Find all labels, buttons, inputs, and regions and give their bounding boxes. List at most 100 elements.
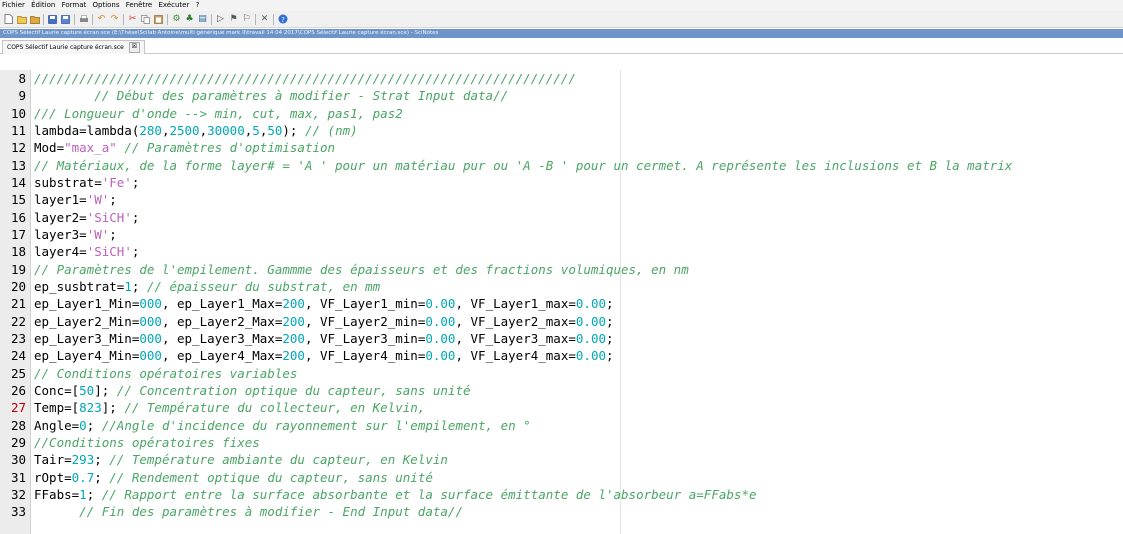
code-token: ; xyxy=(606,313,614,329)
code-line[interactable]: 27 Temp=[823]; // Température du collecte… xyxy=(0,399,1123,416)
undo-icon[interactable]: ↶ xyxy=(97,14,107,24)
code-token: Tair= xyxy=(34,452,72,468)
code-line[interactable]: 20 ep_susbtrat=1; // épaisseur du substra… xyxy=(0,278,1123,295)
menu-fenetre[interactable]: Fenêtre xyxy=(126,1,152,9)
tab-label: COPS Sélectif Laurie capture écran.sce xyxy=(7,44,124,51)
menu-fichier[interactable]: Fichier xyxy=(2,1,25,9)
redo-icon[interactable]: ↷ xyxy=(110,14,120,24)
tab-close-icon[interactable]: ☒ xyxy=(128,42,140,53)
number-token: 200 xyxy=(282,296,305,312)
code-token: , VF_Layer2_min= xyxy=(304,313,426,329)
open-folder-icon[interactable] xyxy=(29,14,40,24)
number-token: 0.00 xyxy=(425,296,456,312)
code-line[interactable]: 31 rOpt=0.7; // Rendement optique du capt… xyxy=(0,469,1123,486)
comment-token: // Température du collecteur, en Kelvin, xyxy=(124,400,426,416)
code-line[interactable]: 30 Tair=293; // Température ambiante du c… xyxy=(0,451,1123,468)
code-line[interactable]: 14 substrat='Fe'; xyxy=(0,174,1123,191)
code-line[interactable]: 23 ep_Layer3_Min=000, ep_Layer3_Max=200, … xyxy=(0,330,1123,347)
open-file-icon[interactable] xyxy=(16,14,27,24)
window-title: COPS Sélectif Laurie capture écran.sce (… xyxy=(0,29,1123,38)
tab-strip: COPS Sélectif Laurie capture écran.sce ☒ xyxy=(0,38,1123,54)
code-token: layer4= xyxy=(34,244,87,260)
code-text: layer1='W'; xyxy=(34,191,117,208)
line-number: 33 xyxy=(10,504,26,520)
number-token: 823 xyxy=(79,400,102,416)
code-line[interactable]: 10 /// Longueur d'onde --> min, cut, max,… xyxy=(0,105,1123,122)
paste-icon[interactable] xyxy=(154,14,164,24)
code-text: Tair=293; // Température ambiante du cap… xyxy=(34,451,448,468)
toolbar-separator xyxy=(167,13,168,25)
code-line[interactable]: 21 ep_Layer1_Min=000, ep_Layer1_Max=200, … xyxy=(0,295,1123,312)
code-token: , VF_Layer1_min= xyxy=(304,296,426,312)
execute-icon[interactable]: ⚙ xyxy=(172,14,182,24)
new-file-icon[interactable] xyxy=(4,14,14,24)
code-line[interactable]: 8 ///////////////////////////////////////… xyxy=(0,70,1123,87)
code-line[interactable]: 22 ep_Layer2_Min=000, ep_Layer2_Max=200, … xyxy=(0,313,1123,330)
stop-icon[interactable]: ⚐ xyxy=(242,14,252,24)
number-token: 0 xyxy=(79,417,87,433)
tab-file[interactable]: COPS Sélectif Laurie capture écran.sce ☒ xyxy=(2,40,145,54)
save-icon[interactable] xyxy=(48,14,58,24)
run-icon[interactable]: ▷ xyxy=(216,14,226,24)
code-line[interactable]: 25 // Conditions opératoires variables xyxy=(0,365,1123,382)
code-line[interactable]: 19 // Paramètres de l'empilement. Gammme … xyxy=(0,261,1123,278)
code-token: lambda=lambda( xyxy=(34,122,140,138)
comment-token: // Température ambiante du capteur, en K… xyxy=(109,452,448,468)
code-line[interactable]: 15 layer1='W'; xyxy=(0,191,1123,208)
line-number: 30 xyxy=(10,452,26,468)
string-token: 'Fe' xyxy=(101,174,132,190)
comment-token: // Rapport entre la surface absorbante e… xyxy=(101,486,757,502)
debug-icon[interactable]: ⚑ xyxy=(229,14,239,24)
code-editor[interactable]: 8 ///////////////////////////////////////… xyxy=(0,70,1123,534)
line-number: 19 xyxy=(10,261,26,277)
close-icon[interactable]: ✕ xyxy=(260,14,270,24)
help-icon[interactable]: ? xyxy=(278,14,288,24)
code-line[interactable]: 28 Angle=0; //Angle d'incidence du rayonn… xyxy=(0,417,1123,434)
code-text: layer3='W'; xyxy=(34,226,117,243)
line-number: 23 xyxy=(10,330,26,346)
code-line[interactable]: 26 Conc=[50]; // Concentration optique du… xyxy=(0,382,1123,399)
code-token: ; xyxy=(131,278,147,294)
save-as-icon[interactable] xyxy=(61,14,71,24)
line-number: 27 xyxy=(10,400,26,416)
copy-icon[interactable] xyxy=(141,14,151,24)
menu-help[interactable]: ? xyxy=(196,1,200,9)
code-text: substrat='Fe'; xyxy=(34,174,139,191)
code-line[interactable]: 11 lambda=lambda(280,2500,30000,5,50); //… xyxy=(0,122,1123,139)
print-icon[interactable] xyxy=(79,14,89,24)
menu-executer[interactable]: Exécuter xyxy=(158,1,189,9)
code-line[interactable]: 32 FFabs=1; // Rapport entre la surface a… xyxy=(0,486,1123,503)
line-number: 21 xyxy=(10,296,26,312)
code-line[interactable]: 9 // Début des paramètres à modifier - S… xyxy=(0,87,1123,104)
execute-file-icon[interactable]: ♣ xyxy=(185,14,195,24)
number-token: 200 xyxy=(282,313,305,329)
cut-icon[interactable]: ✂ xyxy=(128,14,138,24)
line-number: 20 xyxy=(10,278,26,294)
menu-edition[interactable]: Édition xyxy=(31,1,55,9)
code-token: layer1= xyxy=(34,192,87,208)
code-token: , xyxy=(199,122,208,138)
toolbar-separator xyxy=(74,13,75,25)
code-line[interactable]: 16 layer2='SiCH'; xyxy=(0,209,1123,226)
code-token: , VF_Layer1_max= xyxy=(455,296,576,312)
code-line[interactable]: 33 // Fin des paramètres à modifier - En… xyxy=(0,503,1123,520)
number-token: 0.00 xyxy=(425,348,456,364)
menu-options[interactable]: Options xyxy=(93,1,120,9)
code-line[interactable]: 13 // Matériaux, de la forme layer# = 'A … xyxy=(0,157,1123,174)
number-token: 0.00 xyxy=(425,330,456,346)
code-token: , ep_Layer4_Max= xyxy=(161,348,283,364)
code-line[interactable]: 24 ep_Layer4_Min=000, ep_Layer4_Max=200, … xyxy=(0,347,1123,364)
comment-token: // Concentration optique du capteur, san… xyxy=(116,382,471,398)
menu-format[interactable]: Format xyxy=(62,1,87,9)
code-line[interactable]: 18 layer4='SiCH'; xyxy=(0,243,1123,260)
line-number: 13 xyxy=(10,157,26,173)
code-token: ; xyxy=(131,244,140,260)
code-token: Angle= xyxy=(34,417,80,433)
execute-echo-icon[interactable]: ▤ xyxy=(198,14,208,24)
number-token: 2500 xyxy=(169,122,200,138)
code-line[interactable]: 29 //Conditions opératoires fixes xyxy=(0,434,1123,451)
code-line[interactable]: 12 Mod="max_a" // Paramètres d'optimisati… xyxy=(0,139,1123,156)
code-line[interactable]: 17 layer3='W'; xyxy=(0,226,1123,243)
code-text: lambda=lambda(280,2500,30000,5,50); // (… xyxy=(34,122,358,139)
